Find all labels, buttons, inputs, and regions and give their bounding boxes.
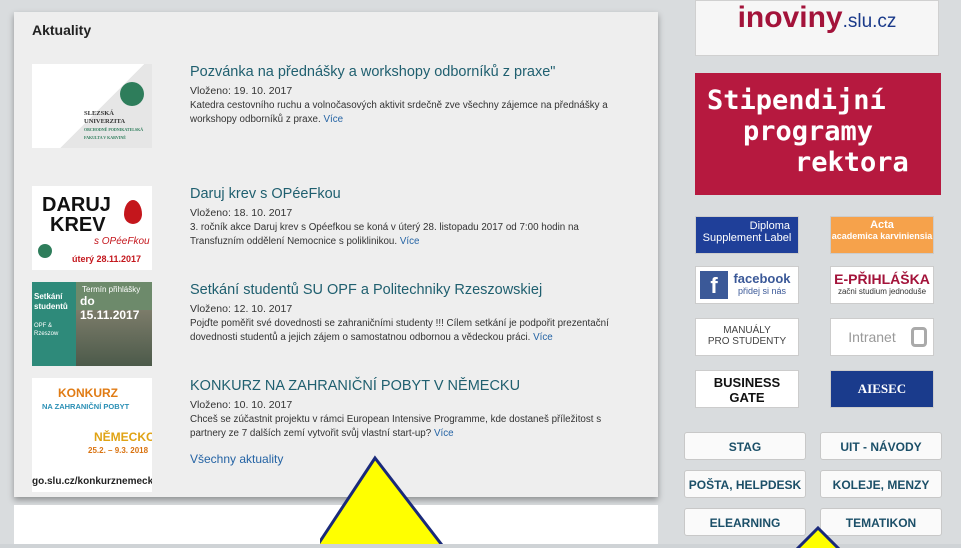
thumb-text: Termín přihlášky — [82, 285, 141, 294]
tile-label: academica karviniensia — [831, 231, 933, 241]
news-item: Setkání studentů OPF & Rzeszow Termín př… — [32, 282, 632, 392]
uit-navody-button[interactable]: UIT - NÁVODY — [820, 432, 942, 460]
news-item: DARUJ KREV s OPéeFkou úterý 28.11.2017 D… — [32, 186, 632, 296]
manualy-tile[interactable]: MANUÁLY PRO STUDENTY — [695, 318, 799, 356]
inoviny-domain-text: .slu.cz — [842, 11, 897, 32]
thumb-text: do 15.11.2017 — [80, 294, 140, 322]
news-thumbnail[interactable]: SLEZSKÁ UNIVERZITA OBCHODNĚ PODNIKATELSK… — [32, 64, 152, 148]
e-prihlaska-tile[interactable]: E-PŘIHLÁŠKA začni studium jednoduše — [830, 266, 934, 304]
business-gate-tile[interactable]: BUSINESS GATE — [695, 370, 799, 408]
aiesec-tile[interactable]: AIESEC — [830, 370, 934, 408]
thumb-text: SLEZSKÁ — [84, 110, 114, 117]
more-link[interactable]: Více — [434, 428, 454, 439]
thumb-text: UNIVERZITA — [84, 118, 126, 125]
facebook-icon: f — [700, 271, 728, 299]
stag-button[interactable]: STAG — [684, 432, 806, 460]
more-link[interactable]: Více — [400, 236, 420, 247]
inoviny-logo-text: inoviny — [737, 1, 843, 34]
more-link[interactable]: Více — [533, 332, 553, 343]
tile-label: Diploma — [749, 220, 790, 232]
tile-label: Acta — [870, 219, 894, 231]
thumb-text: úterý 28.11.2017 — [72, 254, 142, 264]
news-item-text: Katedra cestovního ruchu a volnočasových… — [190, 100, 608, 125]
thumb-text: KREV — [50, 214, 106, 236]
tile-label: MANUÁLY — [723, 325, 771, 336]
news-thumbnail[interactable]: DARUJ KREV s OPéeFkou úterý 28.11.2017 — [32, 186, 152, 270]
news-item-date: Vloženo: 10. 10. 2017 — [190, 399, 293, 411]
tile-label: PRO STUDENTY — [707, 336, 787, 347]
banner-line: programy — [743, 116, 874, 147]
news-item-heading[interactable]: Pozvánka na přednášky a workshopy odborn… — [190, 64, 620, 81]
news-thumbnail[interactable]: KONKURZ NA ZAHRANIČNÍ POBYT NĚMECKO 25.2… — [32, 378, 152, 492]
annotation-arrow-icon — [320, 455, 444, 544]
all-news-link[interactable]: Všechny aktuality — [190, 452, 283, 466]
news-item-date: Vloženo: 19. 10. 2017 — [190, 85, 293, 97]
news-item-text: 3. ročník akce Daruj krev s Opéefkou se … — [190, 222, 579, 247]
scholarship-banner[interactable]: Stipendijní programy rektora — [695, 73, 941, 195]
tile-label: začni studium jednoduše — [837, 287, 927, 296]
banner-line: rektora — [795, 147, 909, 178]
tile-label: Supplement Label — [702, 232, 792, 244]
facebook-tile[interactable]: f facebook přidej si nás — [695, 266, 799, 304]
university-logo-icon — [38, 244, 52, 258]
university-logo-icon — [120, 82, 144, 106]
acta-academica-tile[interactable]: Acta academica karviniensia — [830, 216, 934, 254]
intranet-tile[interactable]: Intranet — [830, 318, 934, 356]
thumb-text: go.slu.cz/konkurznemecko — [32, 476, 152, 487]
thumb-text: KONKURZ — [58, 386, 118, 400]
news-item-heading[interactable]: Daruj krev s OPéeFkou — [190, 186, 620, 203]
tile-label: AIESEC — [857, 381, 907, 396]
inoviny-banner[interactable]: inoviny.slu.cz — [695, 0, 939, 56]
lock-icon — [911, 327, 927, 347]
news-item: SLEZSKÁ UNIVERZITA OBCHODNĚ PODNIKATELSK… — [32, 64, 632, 174]
tile-label: BUSINESS — [713, 375, 781, 390]
news-item-date: Vloženo: 12. 10. 2017 — [190, 303, 293, 315]
banner-line: Stipendijní — [707, 85, 886, 116]
posta-helpdesk-button[interactable]: POŠTA, HELPDESK — [684, 470, 806, 498]
blood-drop-icon — [124, 200, 142, 224]
diploma-supplement-tile[interactable]: Diploma Supplement Label — [695, 216, 799, 254]
koleje-menzy-button[interactable]: KOLEJE, MENZY — [820, 470, 942, 498]
news-item-heading[interactable]: KONKURZ NA ZAHRANIČNÍ POBYT V NĚMECKU — [190, 378, 620, 395]
news-item-heading[interactable]: Setkání studentů SU OPF a Politechniky R… — [190, 282, 620, 299]
thumb-text: NĚMECKO — [94, 430, 152, 444]
thumb-text: FAKULTA V KARVINÉ — [84, 135, 126, 140]
news-thumbnail[interactable]: Setkání studentů OPF & Rzeszow Termín př… — [32, 282, 152, 366]
thumb-text: Setkání studentů — [34, 292, 68, 311]
thumb-text: OPF & Rzeszow — [34, 323, 59, 337]
thumb-text: 25.2. – 9.3. 2018 — [88, 446, 149, 455]
annotation-arrow-icon — [795, 526, 841, 548]
tile-label: GATE — [729, 390, 765, 405]
thumb-text: s OPéeFkou — [94, 236, 150, 247]
news-section-title: Aktuality — [32, 22, 92, 38]
news-item-text: Chceš se zúčastnit projektu v rámci Euro… — [190, 414, 602, 439]
thumb-text: NA ZAHRANIČNÍ POBYT — [42, 402, 130, 411]
news-item-date: Vloženo: 18. 10. 2017 — [190, 207, 293, 219]
more-link[interactable]: Více — [323, 114, 343, 125]
thumb-text: OBCHODNĚ PODNIKATELSKÁ — [84, 127, 144, 132]
tile-label: E-PŘIHLÁŠKA — [834, 271, 930, 287]
